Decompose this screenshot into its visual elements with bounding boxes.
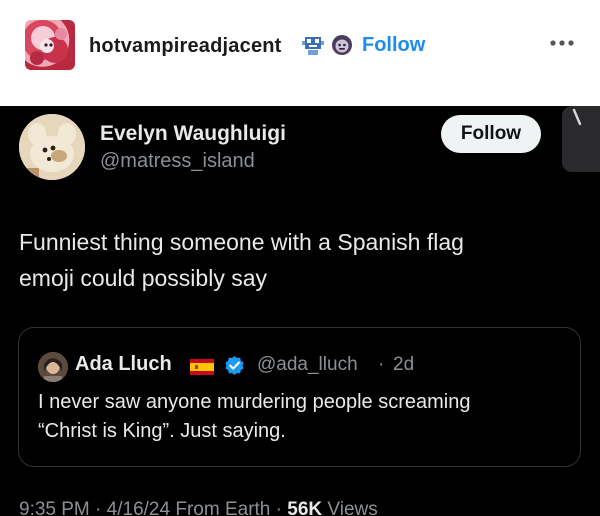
- follow-button[interactable]: Follow: [362, 34, 425, 57]
- quote-author-handle[interactable]: @ada_lluch: [257, 354, 358, 376]
- quoted-tweet[interactable]: Ada Lluch @ada_lluch · 2d I never saw an…: [18, 327, 581, 467]
- quote-text-line: I never saw anyone murdering people scre…: [38, 391, 471, 413]
- tweet-text-line: emoji could possibly say: [19, 265, 268, 291]
- tweet-meta: 9:35 PM · 4/16/24 From Earth · 56K Views: [19, 499, 378, 516]
- tweet-views-count: 56K: [287, 499, 323, 516]
- tweet-text-line: Funniest thing someone with a Spanish fl…: [19, 229, 464, 255]
- blog-name[interactable]: hotvampireadjacent: [89, 35, 282, 58]
- post-header: hotvampireadjacent Follow: [0, 0, 600, 106]
- tweet-time: 9:35 PM: [19, 499, 90, 516]
- quote-age[interactable]: 2d: [393, 354, 414, 376]
- slash-mark-icon: [572, 108, 582, 126]
- quote-avatar-image: [38, 352, 68, 382]
- blog-avatar-image: [30, 26, 68, 65]
- blog-avatar[interactable]: [25, 20, 75, 70]
- tweet-author-handle[interactable]: @matress_island: [100, 150, 255, 173]
- spain-flag-icon: [190, 359, 214, 375]
- quote-text: I never saw anyone murdering people scre…: [38, 388, 568, 446]
- quote-author-avatar[interactable]: [38, 352, 68, 382]
- tweet-date: 4/16/24: [106, 499, 171, 516]
- quote-text-line: “Christ is King”. Just saying.: [38, 420, 286, 442]
- tweet-follow-button[interactable]: Follow: [441, 115, 541, 153]
- quote-separator: ·: [378, 354, 385, 375]
- tweet-author-name[interactable]: Evelyn Waughluigi: [100, 122, 286, 146]
- tweet-source: From Earth: [175, 499, 271, 516]
- pixel-robot-badge-icon: [302, 37, 324, 55]
- tweet-views-label: Views: [327, 499, 378, 516]
- quote-author-name[interactable]: Ada Lluch: [75, 353, 172, 376]
- verified-badge-icon: [225, 355, 244, 376]
- more-dots-icon[interactable]: [548, 38, 576, 48]
- tweet-author-avatar[interactable]: [19, 114, 85, 180]
- tweet-text: Funniest thing someone with a Spanish fl…: [19, 224, 559, 296]
- tweet-screenshot: Evelyn Waughluigi @matress_island Follow…: [0, 106, 600, 516]
- cartoon-avatar-image: [19, 114, 85, 180]
- gorilla-badge-icon: [332, 35, 352, 55]
